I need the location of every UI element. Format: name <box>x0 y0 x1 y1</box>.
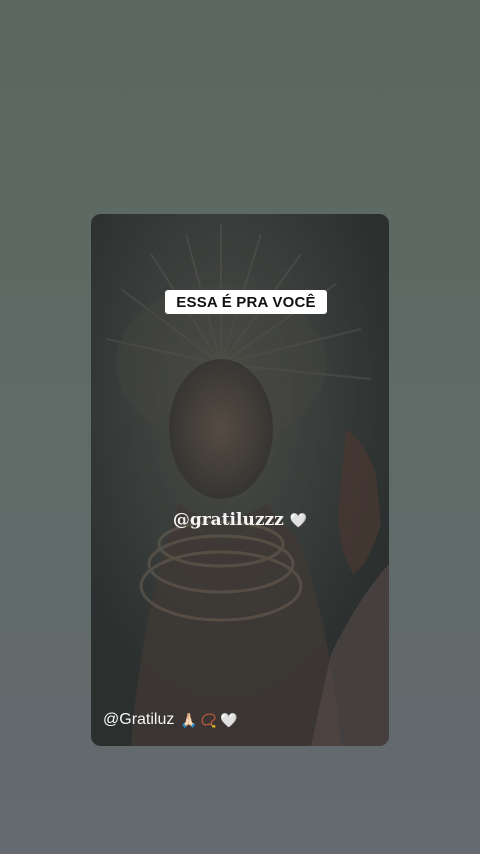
praying-hands-icon: 🙏🏻 <box>180 712 198 728</box>
white-heart-icon: 🤍 <box>289 513 308 529</box>
center-mention-text: @gratiluzzz <box>172 510 284 530</box>
center-mention[interactable]: @gratiluzzz 🤍 <box>91 510 389 530</box>
white-heart-icon: 🤍 <box>220 712 238 728</box>
prayer-beads-icon: 📿 <box>200 712 217 728</box>
bottom-mention-text: @Gratiluz <box>103 711 175 728</box>
story-title-sticker: ESSA É PRA VOCÊ <box>165 290 327 314</box>
bottom-mention[interactable]: @Gratiluz 🙏🏻 📿 🤍 <box>103 711 237 729</box>
story-card[interactable]: ESSA É PRA VOCÊ @gratiluzzz 🤍 @Gratiluz … <box>91 214 389 746</box>
bottom-emoji-row: 🙏🏻 📿 🤍 <box>180 713 237 727</box>
